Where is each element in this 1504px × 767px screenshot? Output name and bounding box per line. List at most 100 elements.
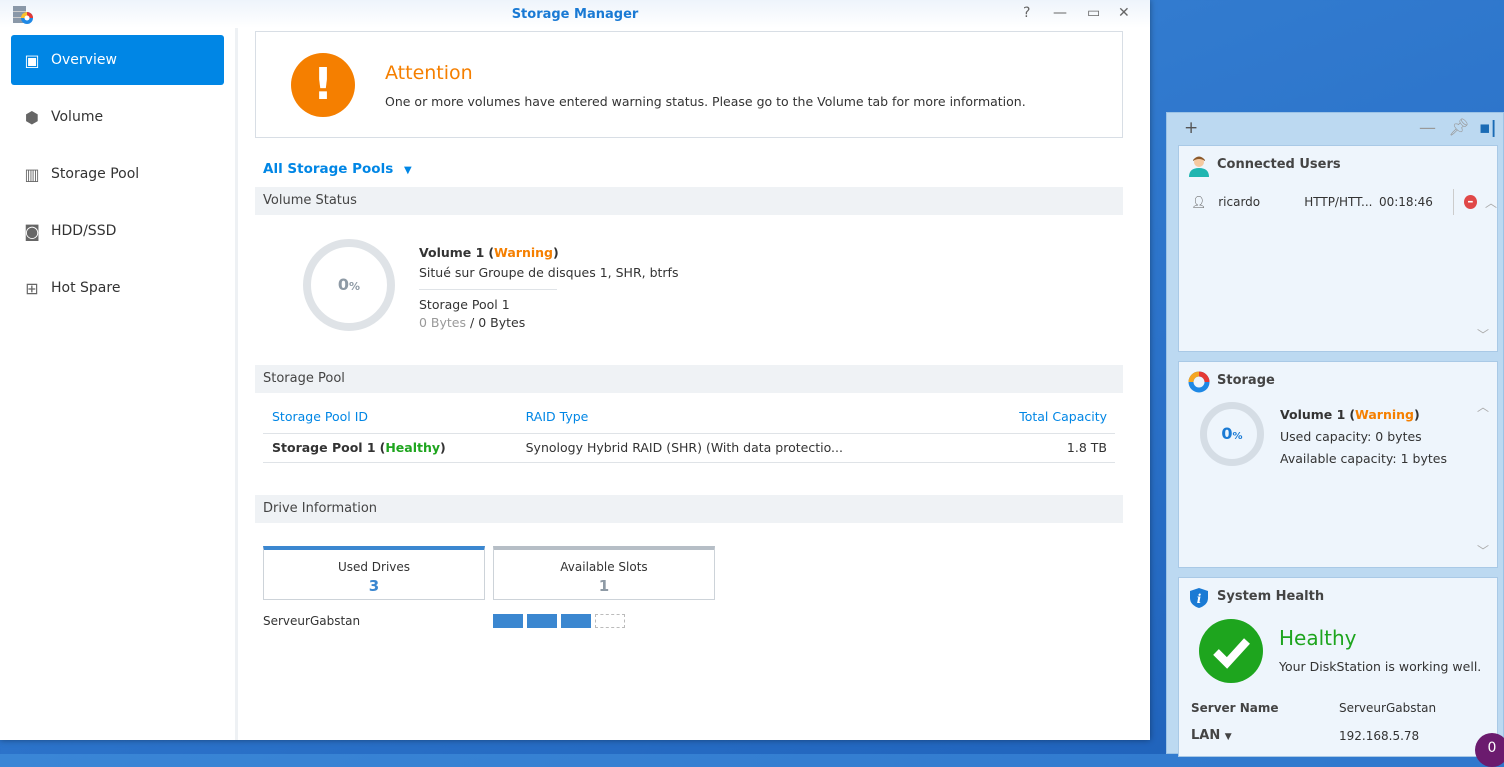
sidebar-item-overview[interactable]: ▣ Overview — [11, 35, 224, 85]
storage-pool-table: Storage Pool ID RAID Type Total Capacity S… — [263, 401, 1115, 463]
overview-icon: ▣ — [24, 50, 40, 70]
sidebar-item-label: HDD/SSD — [51, 223, 117, 239]
caret-down-icon: ▼ — [403, 165, 412, 176]
collapse-panel-icon[interactable]: ▪| — [1479, 118, 1497, 138]
volume-total: 0 Bytes — [478, 315, 526, 330]
storage-pool-heading: Storage Pool — [255, 365, 1123, 393]
notification-badge[interactable]: 0 — [1475, 733, 1504, 767]
raid-type: Synology Hybrid RAID (SHR) (With data pr… — [516, 433, 970, 463]
chevron-down-icon[interactable]: ﹀ — [1477, 542, 1489, 559]
widget-title: Connected Users — [1217, 157, 1341, 172]
minimize-widget-icon[interactable]: — — [1419, 118, 1436, 138]
usage-unit: % — [349, 280, 361, 293]
minimize-button[interactable]: — — [1053, 5, 1067, 21]
drive-info-heading: Drive Information — [255, 494, 1123, 523]
storage-pie-icon — [1188, 371, 1210, 393]
chevron-up-icon[interactable]: ︿ — [1485, 194, 1497, 211]
storage-pool-dropdown[interactable]: All Storage Pools ▼ — [263, 161, 1123, 177]
used-drives-card: Used Drives 3 — [263, 545, 485, 600]
drive-slot-used[interactable] — [561, 613, 591, 628]
user-protocol: HTTP/HTT... — [1304, 195, 1373, 209]
volume-usage-ring: 0% — [303, 239, 395, 331]
column-header[interactable]: Total Capacity — [969, 401, 1115, 434]
user-name: ricardo — [1218, 195, 1261, 209]
server-name-value: ServeurGabstan — [1339, 701, 1437, 715]
user-avatar-icon — [1189, 156, 1209, 177]
available-capacity: Available capacity: 1 bytes — [1280, 451, 1447, 466]
drive-slot-used[interactable] — [527, 613, 557, 628]
used-capacity: Used capacity: 0 bytes — [1280, 429, 1422, 444]
overview-content: ! Attention One or more volumes have ent… — [255, 31, 1123, 628]
usage-percent: 0 — [337, 275, 350, 294]
attention-banner: ! Attention One or more volumes have ent… — [255, 31, 1123, 138]
used-drives-label: Used Drives — [337, 559, 411, 574]
disconnect-user-icon[interactable]: – — [1463, 195, 1477, 209]
lan-label: LAN — [1191, 728, 1221, 743]
sidebar-item-volume[interactable]: ⬢ Volume — [11, 92, 224, 142]
caret-down-icon: ▼ — [1224, 732, 1232, 742]
system-health-widget: i System Health Healthy Your DiskStation… — [1178, 577, 1498, 757]
widget-panel: + — 📌︎ ▪| Connected Users 👤︎ ricardo HTT… — [1166, 112, 1504, 757]
used-drives-count: 3 — [368, 576, 380, 595]
plus-box-icon: ⊞ — [25, 278, 39, 298]
server-name-label: Server Name — [1191, 701, 1279, 715]
volume-name: Volume 1 — [1280, 407, 1346, 422]
user-icon: 👤︎ — [1191, 195, 1207, 209]
volume-status-badge: Warning — [494, 245, 554, 260]
connected-users-widget: Connected Users 👤︎ ricardo HTTP/HTT... 0… — [1178, 145, 1498, 352]
maximize-button[interactable]: ▭ — [1087, 5, 1100, 21]
drive-slot-used[interactable] — [493, 613, 523, 628]
title-bar[interactable]: Storage Manager ? — ▭ ✕ — [0, 0, 1150, 28]
storage-manager-window: Storage Manager ? — ▭ ✕ ▣ Overview ⬢ Volum… — [0, 0, 1150, 740]
server-name: ServeurGabstan — [263, 613, 361, 628]
health-status: Healthy — [1279, 626, 1357, 650]
sidebar: ▣ Overview ⬢ Volume ▥ Storage Pool ◙ HDD/SSD… — [0, 28, 238, 740]
chevron-down-icon[interactable]: ﹀ — [1477, 326, 1489, 343]
pin-icon[interactable]: 📌︎ — [1448, 118, 1470, 138]
volume-used: 0 Bytes — [419, 315, 467, 330]
usage-percent: 0 — [1221, 424, 1233, 443]
storage-pool-icon: ▥ — [24, 164, 40, 184]
lan-dropdown[interactable]: LAN ▼ — [1191, 728, 1232, 743]
volume-location: Situé sur Groupe de disques 1, SHR, btrf… — [419, 265, 679, 280]
user-time: 00:18:46 — [1378, 195, 1433, 209]
sidebar-item-hdd-ssd[interactable]: ◙ HDD/SSD — [11, 206, 224, 256]
close-button[interactable]: ✕ — [1118, 5, 1130, 21]
drive-slots — [493, 613, 625, 628]
available-slots-label: Available Slots — [560, 559, 648, 574]
disk-icon: ◙ — [24, 221, 40, 241]
sidebar-item-label: Hot Spare — [51, 280, 121, 296]
sidebar-item-label: Storage Pool — [51, 166, 140, 182]
pool-status-badge: Healthy — [385, 440, 441, 455]
list-item[interactable]: 👤︎ ricardo HTTP/HTT... 00:18:46 – ︿ — [1191, 189, 1497, 215]
storage-widget: Storage 0% Volume 1 (Warning) Used capac… — [1178, 361, 1498, 568]
chevron-up-icon[interactable]: ︿ — [1477, 398, 1489, 415]
widget-title: Storage — [1217, 373, 1275, 388]
help-button[interactable]: ? — [1023, 5, 1030, 21]
total-capacity: 1.8 TB — [969, 433, 1115, 463]
alert-message: One or more volumes have entered warning… — [385, 94, 1026, 109]
pool-name: Storage Pool 1 — [272, 440, 376, 455]
exclamation-icon: ! — [291, 53, 355, 117]
sidebar-item-hot-spare[interactable]: ⊞ Hot Spare — [11, 263, 224, 313]
info-shield-icon: i — [1190, 588, 1208, 608]
column-header[interactable]: RAID Type — [516, 401, 970, 434]
volume-name[interactable]: Volume 1 — [419, 245, 484, 260]
volume-status-section: 0% Volume 1 (Warning) Situé sur Groupe d… — [255, 215, 1123, 365]
health-message: Your DiskStation is working well. — [1279, 659, 1482, 674]
sidebar-item-storage-pool[interactable]: ▥ Storage Pool — [11, 149, 224, 199]
svg-text:i: i — [1197, 592, 1202, 606]
column-header[interactable]: Storage Pool ID — [263, 401, 517, 434]
drive-slot-empty[interactable] — [595, 613, 625, 628]
window-title: Storage Manager — [511, 7, 639, 22]
separator: / — [470, 315, 475, 330]
available-slots-card: Available Slots 1 — [493, 545, 715, 600]
lan-ip: 192.168.5.78 — [1339, 729, 1420, 743]
sidebar-item-label: Overview — [51, 52, 117, 68]
storage-usage-ring: 0% — [1200, 402, 1264, 466]
table-row[interactable]: Storage Pool 1 (Healthy) Synology Hybrid … — [263, 433, 1115, 463]
dropdown-label: All Storage Pools — [263, 161, 394, 177]
sidebar-item-label: Volume — [51, 109, 104, 125]
volume-status-badge: Warning — [1355, 407, 1415, 422]
add-widget-icon[interactable]: + — [1184, 118, 1198, 138]
